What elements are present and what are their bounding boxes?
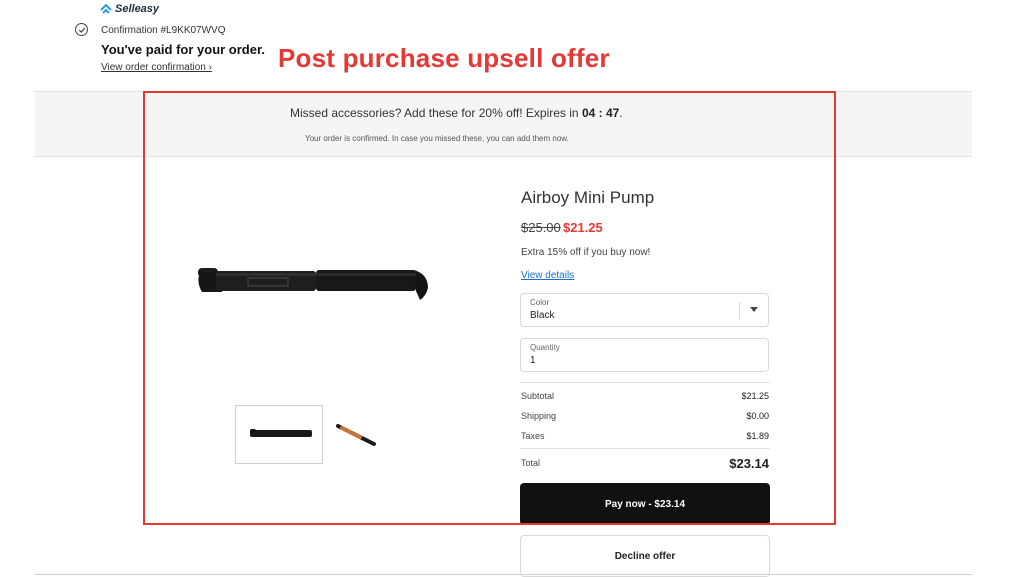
view-details-link[interactable]: View details <box>521 270 574 281</box>
color-label: Color <box>530 298 550 307</box>
check-circle-icon <box>75 23 88 36</box>
subtotal-label: Subtotal <box>521 391 555 401</box>
color-select[interactable]: Color Black <box>520 293 769 327</box>
quantity-label: Quantity <box>530 343 560 352</box>
promo-text: Extra 15% off if you buy now! <box>521 247 651 258</box>
thumbnail-1[interactable] <box>235 405 323 464</box>
sale-price: $21.25 <box>563 220 603 235</box>
brand-name: Selleasy <box>115 3 160 15</box>
taxes-label: Taxes <box>521 431 545 441</box>
thumbnail-2[interactable] <box>334 422 378 448</box>
select-divider <box>739 302 740 319</box>
quantity-field[interactable]: Quantity 1 <box>520 338 769 372</box>
taxes-value: $1.89 <box>746 431 769 441</box>
paid-message: You've paid for your order. <box>101 42 265 57</box>
pump-thumbnail-image <box>250 429 312 437</box>
total-value: $23.14 <box>729 456 769 471</box>
summary-divider <box>520 382 770 383</box>
offer-banner-text: Missed accessories? Add these for 20% of… <box>290 106 623 120</box>
view-confirmation-link[interactable]: View order confirmation › <box>101 62 212 73</box>
pay-now-button[interactable]: Pay now - $23.14 <box>520 483 770 525</box>
chevron-down-icon <box>750 307 758 312</box>
chevron-up-icon <box>100 3 112 14</box>
offer-timer: 04 : 47 <box>581 106 620 120</box>
offer-banner-suffix: . <box>619 106 623 120</box>
product-title: Airboy Mini Pump <box>521 188 655 207</box>
offer-banner <box>35 91 972 157</box>
shipping-value: $0.00 <box>746 411 769 421</box>
total-label: Total <box>521 458 541 468</box>
original-price: $25.00 <box>521 220 561 235</box>
annotation-headline: Post purchase upsell offer <box>278 43 610 73</box>
product-image <box>198 268 428 300</box>
offer-banner-message: Missed accessories? Add these for 20% of… <box>290 106 579 120</box>
total-divider <box>520 448 770 449</box>
brand-logo: Selleasy <box>100 3 159 15</box>
page-bottom-divider <box>35 574 972 575</box>
shipping-label: Shipping <box>521 411 557 421</box>
offer-banner-subtext: Your order is confirmed. In case you mis… <box>305 134 569 143</box>
quantity-value: 1 <box>530 355 536 366</box>
confirmation-number: Confirmation #L9KK07WVQ <box>101 25 226 36</box>
decline-offer-button[interactable]: Decline offer <box>520 535 770 577</box>
color-value: Black <box>530 310 555 321</box>
subtotal-value: $21.25 <box>741 391 769 401</box>
